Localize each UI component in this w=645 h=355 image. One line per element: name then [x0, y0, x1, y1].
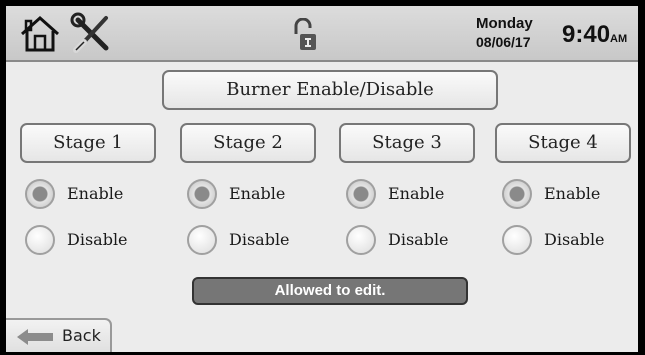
page-title: Burner Enable/Disable [162, 70, 498, 110]
tools-button[interactable] [70, 12, 114, 54]
stage-4-disable-label: Disable [544, 230, 605, 249]
screen: Monday 08/06/17 9:40AM Burner Enable/Dis… [6, 6, 638, 352]
back-arrow-icon [17, 329, 53, 345]
stage-2-disable-radio[interactable] [187, 225, 217, 255]
date-value: 08/06/17 [476, 34, 531, 50]
stage-4-disable-radio[interactable] [502, 225, 532, 255]
stage-1-enable-radio[interactable] [25, 179, 55, 209]
stage-2-enable-label: Enable [229, 184, 286, 203]
clock-time: 9:40 [562, 21, 611, 48]
stage-3-enable-radio[interactable] [346, 179, 376, 209]
stage-1-disable-label: Disable [67, 230, 128, 249]
stage-3-disable-radio[interactable] [346, 225, 376, 255]
status-banner: Allowed to edit. [192, 277, 468, 305]
home-icon [21, 15, 59, 52]
stage-4-enable-label: Enable [544, 184, 601, 203]
stage-2-enable-radio[interactable] [187, 179, 217, 209]
stage-3-enable-label: Enable [388, 184, 445, 203]
stage-3-disable-label: Disable [388, 230, 449, 249]
back-label: Back [62, 326, 101, 345]
clock: 9:40AM [562, 22, 627, 52]
stage-2-button[interactable]: Stage 2 [180, 123, 316, 163]
stage-4-button[interactable]: Stage 4 [495, 123, 631, 163]
stage-2-disable-label: Disable [229, 230, 290, 249]
home-button[interactable] [18, 12, 62, 54]
date-day: Monday [476, 15, 533, 32]
stage-4-enable-radio[interactable] [502, 179, 532, 209]
stage-1-disable-radio[interactable] [25, 225, 55, 255]
clock-ampm: AM [610, 33, 628, 45]
stage-1-enable-label: Enable [67, 184, 124, 203]
tools-icon [70, 12, 109, 53]
unlocked-icon[interactable] [290, 18, 318, 52]
top-bar: Monday 08/06/17 9:40AM [6, 6, 638, 62]
stage-1-button[interactable]: Stage 1 [20, 123, 156, 163]
stage-3-button[interactable]: Stage 3 [339, 123, 475, 163]
back-button[interactable]: Back [6, 318, 112, 352]
